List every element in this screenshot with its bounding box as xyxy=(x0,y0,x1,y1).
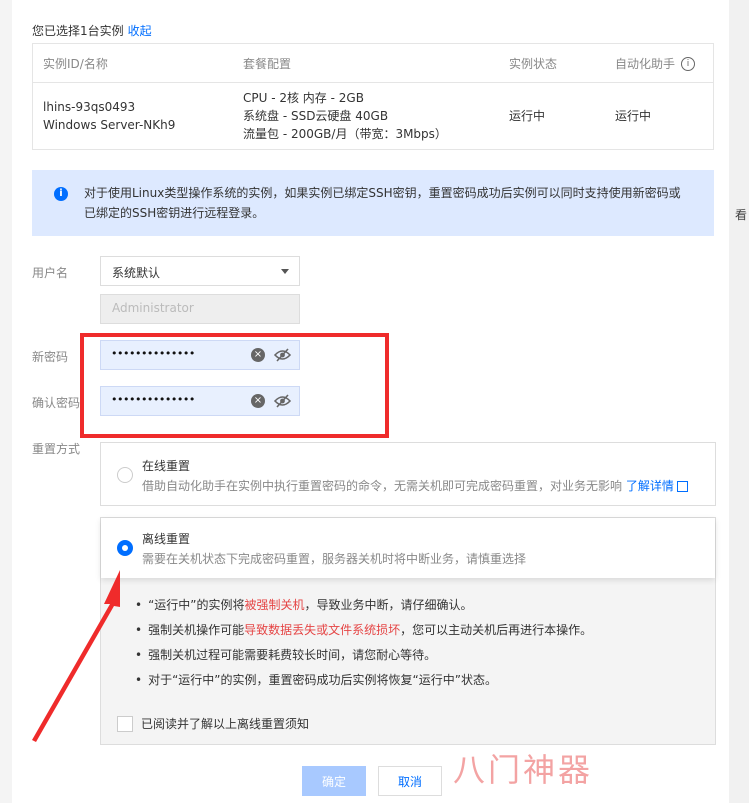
annotation-arrow xyxy=(32,570,120,742)
watermark-text: 八门神器 xyxy=(453,751,594,789)
